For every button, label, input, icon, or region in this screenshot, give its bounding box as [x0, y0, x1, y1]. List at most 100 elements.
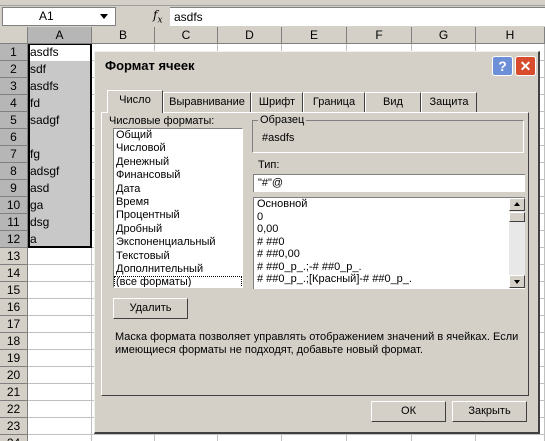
- format-item[interactable]: Общий: [114, 129, 242, 142]
- type-item[interactable]: # ##0: [254, 236, 525, 249]
- name-box[interactable]: A1: [2, 7, 116, 26]
- tab-0[interactable]: Число: [107, 90, 163, 113]
- scroll-down-button[interactable]: [509, 275, 525, 288]
- cell-a7[interactable]: fg: [28, 146, 92, 163]
- cell-a11[interactable]: dsg: [28, 214, 92, 231]
- type-item[interactable]: # ##0_р_.;-# ##0_р_.: [254, 261, 525, 274]
- arrow-down-icon: [514, 280, 520, 284]
- delete-button[interactable]: Удалить: [113, 298, 188, 319]
- row-header[interactable]: 6: [0, 129, 28, 146]
- row-header[interactable]: 4: [0, 95, 28, 112]
- close-icon[interactable]: ✕: [515, 56, 536, 76]
- format-item[interactable]: Дробный: [114, 223, 242, 236]
- row-header[interactable]: 23: [0, 418, 28, 435]
- row-header[interactable]: 13: [0, 248, 28, 265]
- row-header[interactable]: 18: [0, 333, 28, 350]
- type-item[interactable]: # ##0_р_.;[Красный]-# ##0_р_.: [254, 273, 525, 286]
- row-header[interactable]: 17: [0, 316, 28, 333]
- tab-2[interactable]: Шрифт: [251, 92, 303, 112]
- row-header[interactable]: 15: [0, 282, 28, 299]
- column-header-h[interactable]: H: [476, 27, 545, 44]
- arrow-up-icon: [514, 202, 520, 206]
- type-label: Тип:: [258, 159, 280, 171]
- format-cells-dialog: Формат ячеек ? ✕ Число Выравнивание Шрифт Г…: [94, 51, 540, 434]
- row-header[interactable]: 20: [0, 367, 28, 384]
- dialog-titlebar[interactable]: Формат ячеек ? ✕: [97, 54, 537, 77]
- column-header-b[interactable]: B: [92, 27, 155, 44]
- format-item[interactable]: Финансовый: [114, 169, 242, 182]
- column-headers: ABCDEFGH: [0, 27, 545, 44]
- format-item[interactable]: Экспоненциальный: [114, 236, 242, 249]
- type-item[interactable]: 0,00: [254, 223, 525, 236]
- row-header[interactable]: 5: [0, 112, 28, 129]
- type-items: Основной 0 0,00 # ##0 # ##0,00 # ##0_р_.;-# #…: [254, 198, 525, 286]
- row-header[interactable]: 24: [0, 435, 28, 441]
- formats-label: Числовые форматы:: [109, 115, 215, 127]
- dialog-title: Формат ячеек: [105, 58, 195, 73]
- sample-label: Образец: [258, 114, 307, 126]
- scroll-thumb[interactable]: [509, 212, 525, 222]
- cell-a8[interactable]: adsgf: [28, 163, 92, 180]
- fx-icon[interactable]: fx: [153, 8, 163, 25]
- cell-a5[interactable]: sadgf: [28, 112, 92, 129]
- type-item[interactable]: 0: [254, 211, 525, 224]
- format-item[interactable]: Процентный: [114, 209, 242, 222]
- help-button[interactable]: ?: [492, 56, 513, 76]
- tab-4[interactable]: Вид: [365, 92, 421, 112]
- cell-a1[interactable]: asdfs: [28, 44, 92, 61]
- type-item[interactable]: Основной: [254, 198, 525, 211]
- row-header[interactable]: 11: [0, 214, 28, 231]
- type-item[interactable]: # ##0,00: [254, 248, 525, 261]
- column-header-c[interactable]: C: [155, 27, 218, 44]
- cell-a4[interactable]: fd: [28, 95, 92, 112]
- row-header[interactable]: 10: [0, 197, 28, 214]
- type-input[interactable]: "#"@: [253, 174, 525, 192]
- format-item[interactable]: Числовой: [114, 142, 242, 155]
- column-header-g[interactable]: G: [412, 27, 476, 44]
- tab-3[interactable]: Граница: [303, 92, 365, 112]
- formula-input[interactable]: asdfs: [170, 7, 545, 26]
- grid-line-h: [28, 434, 545, 435]
- row-header[interactable]: 14: [0, 265, 28, 282]
- row-header[interactable]: 22: [0, 401, 28, 418]
- tab-5[interactable]: Защита: [421, 92, 477, 112]
- format-item[interactable]: Текстовый: [114, 250, 242, 263]
- row-header[interactable]: 12: [0, 231, 28, 248]
- close-button[interactable]: Закрыть: [452, 401, 527, 422]
- cell-a3[interactable]: asdfs: [28, 78, 92, 95]
- type-list[interactable]: Основной 0 0,00 # ##0 # ##0,00 # ##0_р_.;-# #…: [253, 197, 525, 289]
- toolbar-strip: [0, 0, 545, 6]
- row-header[interactable]: 1: [0, 44, 28, 61]
- column-header-e[interactable]: E: [282, 27, 347, 44]
- row-header[interactable]: 19: [0, 350, 28, 367]
- ok-button[interactable]: ОК: [371, 401, 446, 422]
- chevron-down-icon[interactable]: [100, 14, 108, 19]
- column-header-f[interactable]: F: [347, 27, 412, 44]
- format-item[interactable]: Денежный: [114, 156, 242, 169]
- row-header[interactable]: 8: [0, 163, 28, 180]
- formats-list[interactable]: Общий Числовой Денежный Финансовый Дата Время…: [113, 128, 243, 288]
- row-header[interactable]: 16: [0, 299, 28, 316]
- format-item[interactable]: Дополнительный: [114, 263, 242, 276]
- cell-a2[interactable]: sdf: [28, 61, 92, 78]
- type-scrollbar[interactable]: [509, 198, 525, 288]
- format-item[interactable]: Дата: [114, 183, 242, 196]
- tab-1[interactable]: Выравнивание: [163, 92, 251, 112]
- format-item[interactable]: (все форматы): [114, 276, 242, 287]
- row-header[interactable]: 21: [0, 384, 28, 401]
- scroll-up-button[interactable]: [509, 198, 525, 211]
- format-item[interactable]: Время: [114, 196, 242, 209]
- column-header-a[interactable]: A: [28, 27, 92, 44]
- cell-a12[interactable]: a: [28, 231, 92, 248]
- row-header[interactable]: 2: [0, 61, 28, 78]
- cell-a10[interactable]: ga: [28, 197, 92, 214]
- formula-bar: A1 fx asdfs: [0, 0, 545, 27]
- fx-sub: x: [157, 15, 163, 26]
- cell-a9[interactable]: asd: [28, 180, 92, 197]
- row-header[interactable]: 7: [0, 146, 28, 163]
- select-all-corner[interactable]: [0, 27, 28, 44]
- row-header[interactable]: 3: [0, 78, 28, 95]
- cell-a6[interactable]: [28, 129, 92, 146]
- row-header[interactable]: 9: [0, 180, 28, 197]
- column-header-d[interactable]: D: [218, 27, 282, 44]
